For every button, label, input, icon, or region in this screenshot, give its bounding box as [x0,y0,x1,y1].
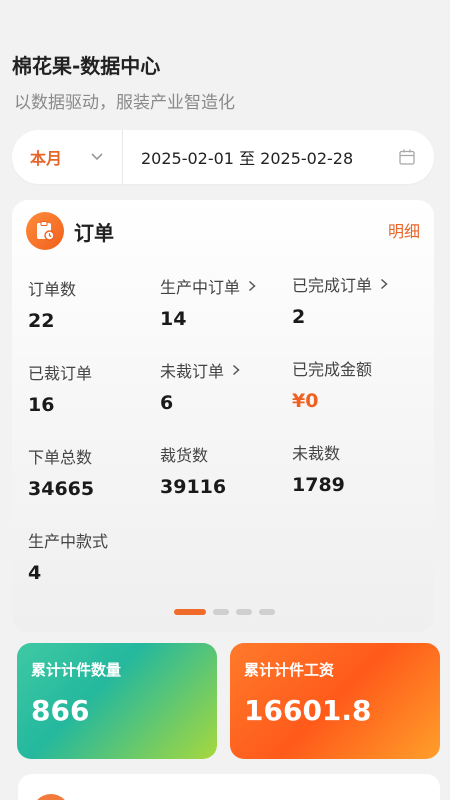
carousel-dot[interactable] [213,609,229,615]
carousel-dot[interactable] [259,609,275,615]
date-filter-bar: 本月 2025-02-01 至 2025-02-28 [12,130,434,184]
stat-label-row: 已完成订单 [292,272,388,296]
chevron-down-icon [91,153,103,161]
period-label: 本月 [30,149,63,168]
stat-value: 2 [292,306,306,328]
next-section-card [18,774,440,800]
stat-label: 订单数 [28,280,77,299]
metric-value: 16601.8 [244,694,372,727]
cumulative-piece-count-card[interactable]: 累计计件数量 866 [17,643,217,759]
order-summary-card: 订单 明细 订单数 22 生产中订单 14 已完成订单 2 已裁订单 16 未裁… [12,200,434,632]
stat-label: 未裁订单 [160,362,225,381]
page-subtitle: 以数据驱动，服装产业智造化 [14,93,235,113]
order-card-header: 订单 [26,212,114,250]
stat-value: 39116 [160,476,227,498]
metric-value: 866 [31,694,90,727]
stat-order-count: 订单数 22 [28,276,76,332]
stat-uncut-orders[interactable]: 未裁订单 6 [160,358,240,414]
stat-value: 14 [160,308,187,330]
stat-in-production-orders[interactable]: 生产中订单 14 [160,274,256,330]
chevron-right-icon [233,364,240,376]
stat-label-row: 生产中订单 [160,274,256,298]
stat-completed-orders[interactable]: 已完成订单 2 [292,272,388,328]
stat-total-ordered-qty: 下单总数 34665 [28,444,94,500]
stat-cut-orders: 已裁订单 16 [28,360,92,416]
stat-value: 34665 [28,478,95,500]
date-range-picker[interactable]: 2025-02-01 至 2025-02-28 [123,130,434,184]
stat-label: 裁货数 [160,446,209,465]
stat-label: 下单总数 [28,448,93,467]
stat-label: 已完成金额 [292,360,373,379]
chevron-right-icon [249,280,256,292]
carousel-dot[interactable] [236,609,252,615]
stat-styles-in-production: 生产中款式 4 [28,528,108,584]
stat-label: 生产中订单 [160,278,241,297]
date-range-text: 2025-02-01 至 2025-02-28 [141,149,354,168]
stat-label: 生产中款式 [28,532,109,551]
stat-value: 4 [28,562,42,584]
stat-value: 16 [28,394,55,416]
page-title: 棉花果-数据中心 [12,54,161,78]
stat-uncut-qty: 未裁数 1789 [292,440,345,496]
stat-value: ¥0 [292,390,319,412]
order-detail-link[interactable]: 明细 [388,218,420,242]
stat-label: 已裁订单 [28,364,93,383]
period-selector[interactable]: 本月 [12,130,122,184]
section-icon [32,794,70,800]
order-card-title: 订单 [74,220,114,245]
cumulative-piece-wage-card[interactable]: 累计计件工资 16601.8 [230,643,440,759]
stat-cut-qty: 裁货数 39116 [160,442,226,498]
data-center-page: 棉花果-数据中心 以数据驱动，服装产业智造化 本月 2025-02-01 至 2… [0,0,450,800]
stat-completed-amount: 已完成金额 ¥0 [292,356,372,412]
stat-label: 未裁数 [292,444,341,463]
carousel-dot-active[interactable] [174,609,206,615]
stat-value: 1789 [292,474,345,496]
stat-value: 22 [28,310,55,332]
carousel-indicator [174,609,282,615]
stat-label: 已完成订单 [292,276,373,295]
metric-label: 累计计件工资 [244,661,335,679]
metric-label: 累计计件数量 [31,661,122,679]
stat-value: 6 [160,392,174,414]
stat-label-row: 未裁订单 [160,358,240,382]
order-clipboard-icon [26,212,64,250]
chevron-right-icon [381,278,388,290]
calendar-icon [399,149,415,165]
